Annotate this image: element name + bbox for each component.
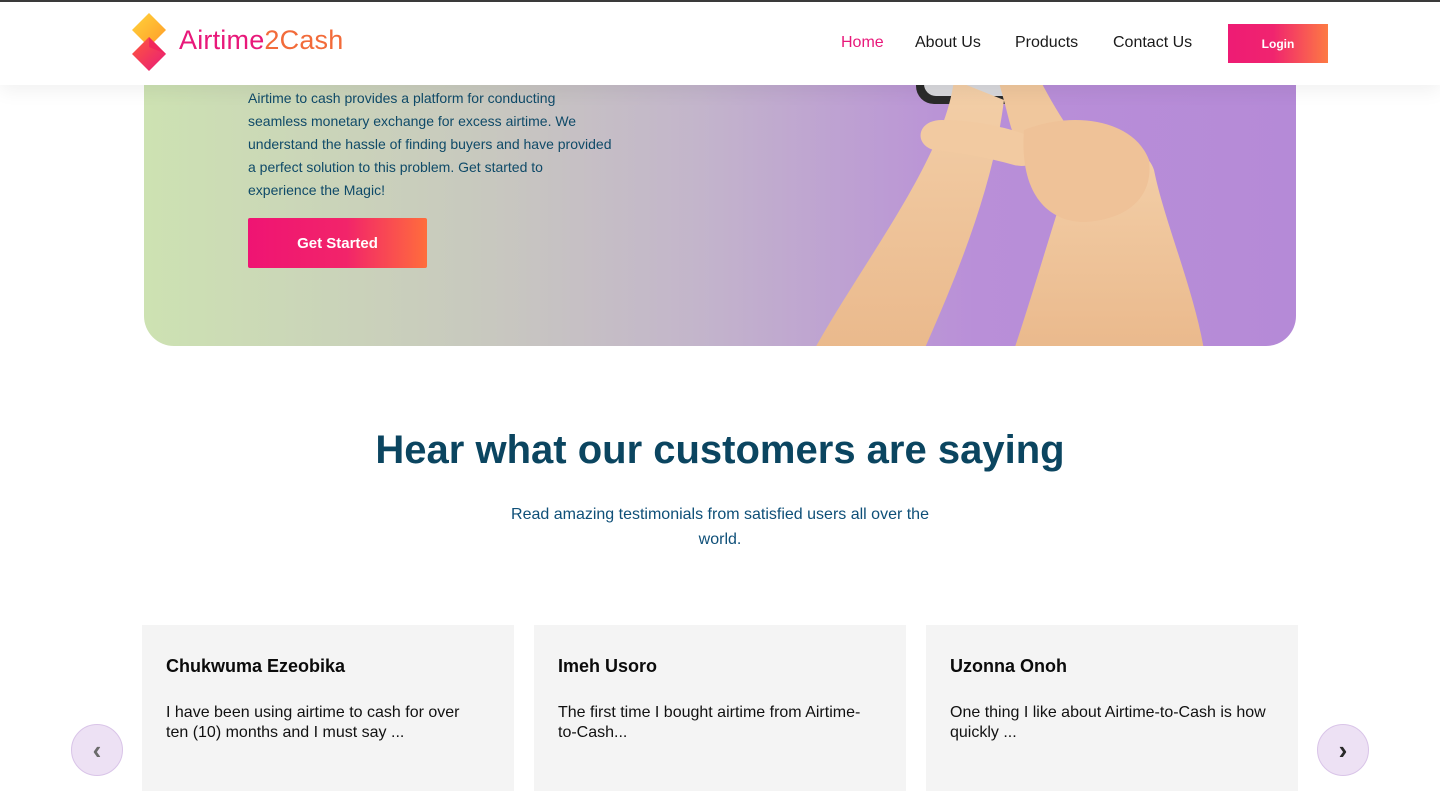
carousel-prev-button[interactable]: ‹ <box>71 724 123 776</box>
nav-products[interactable]: Products <box>1015 34 1078 52</box>
chevron-right-icon: › <box>1338 734 1348 765</box>
hero-description: Airtime to cash provides a platform for … <box>248 90 612 198</box>
site-header: Airtime2Cash Home About Us Products Cont… <box>0 2 1440 85</box>
brand-name-part2: 2Cash <box>264 25 344 55</box>
brand-name-part1: Airtime <box>179 25 265 55</box>
testimonial-text: The first time I bought airtime from Air… <box>558 704 861 741</box>
testimonials-heading: Hear what our customers are saying <box>375 428 1065 472</box>
brand-name[interactable]: Airtime2Cash <box>179 25 343 56</box>
testimonial-card[interactable]: Chukwuma Ezeobika I have been using airt… <box>142 625 514 791</box>
login-button[interactable]: Login <box>1228 24 1328 63</box>
nav-about-us[interactable]: About Us <box>915 34 981 52</box>
testimonials-subtitle: Read amazing testimonials from satisfied… <box>511 506 929 548</box>
testimonial-author: Uzonna Onoh <box>950 656 1067 676</box>
testimonial-card[interactable]: Uzonna Onoh One thing I like about Airti… <box>926 625 1298 791</box>
testimonial-text: I have been using airtime to cash for ov… <box>166 704 460 741</box>
get-started-button[interactable]: Get Started <box>248 218 427 268</box>
testimonial-author: Chukwuma Ezeobika <box>166 656 346 676</box>
testimonial-author: Imeh Usoro <box>558 656 658 676</box>
chevron-left-icon: ‹ <box>92 734 102 765</box>
carousel-next-button[interactable]: › <box>1317 724 1369 776</box>
testimonial-text: One thing I like about Airtime-to-Cash i… <box>950 704 1266 741</box>
nav-home[interactable]: Home <box>841 34 884 52</box>
top-border <box>0 0 1440 2</box>
brand-logo-icon[interactable] <box>130 13 170 73</box>
testimonial-card[interactable]: Imeh Usoro The first time I bought airti… <box>534 625 906 791</box>
nav-contact-us[interactable]: Contact Us <box>1113 34 1192 52</box>
